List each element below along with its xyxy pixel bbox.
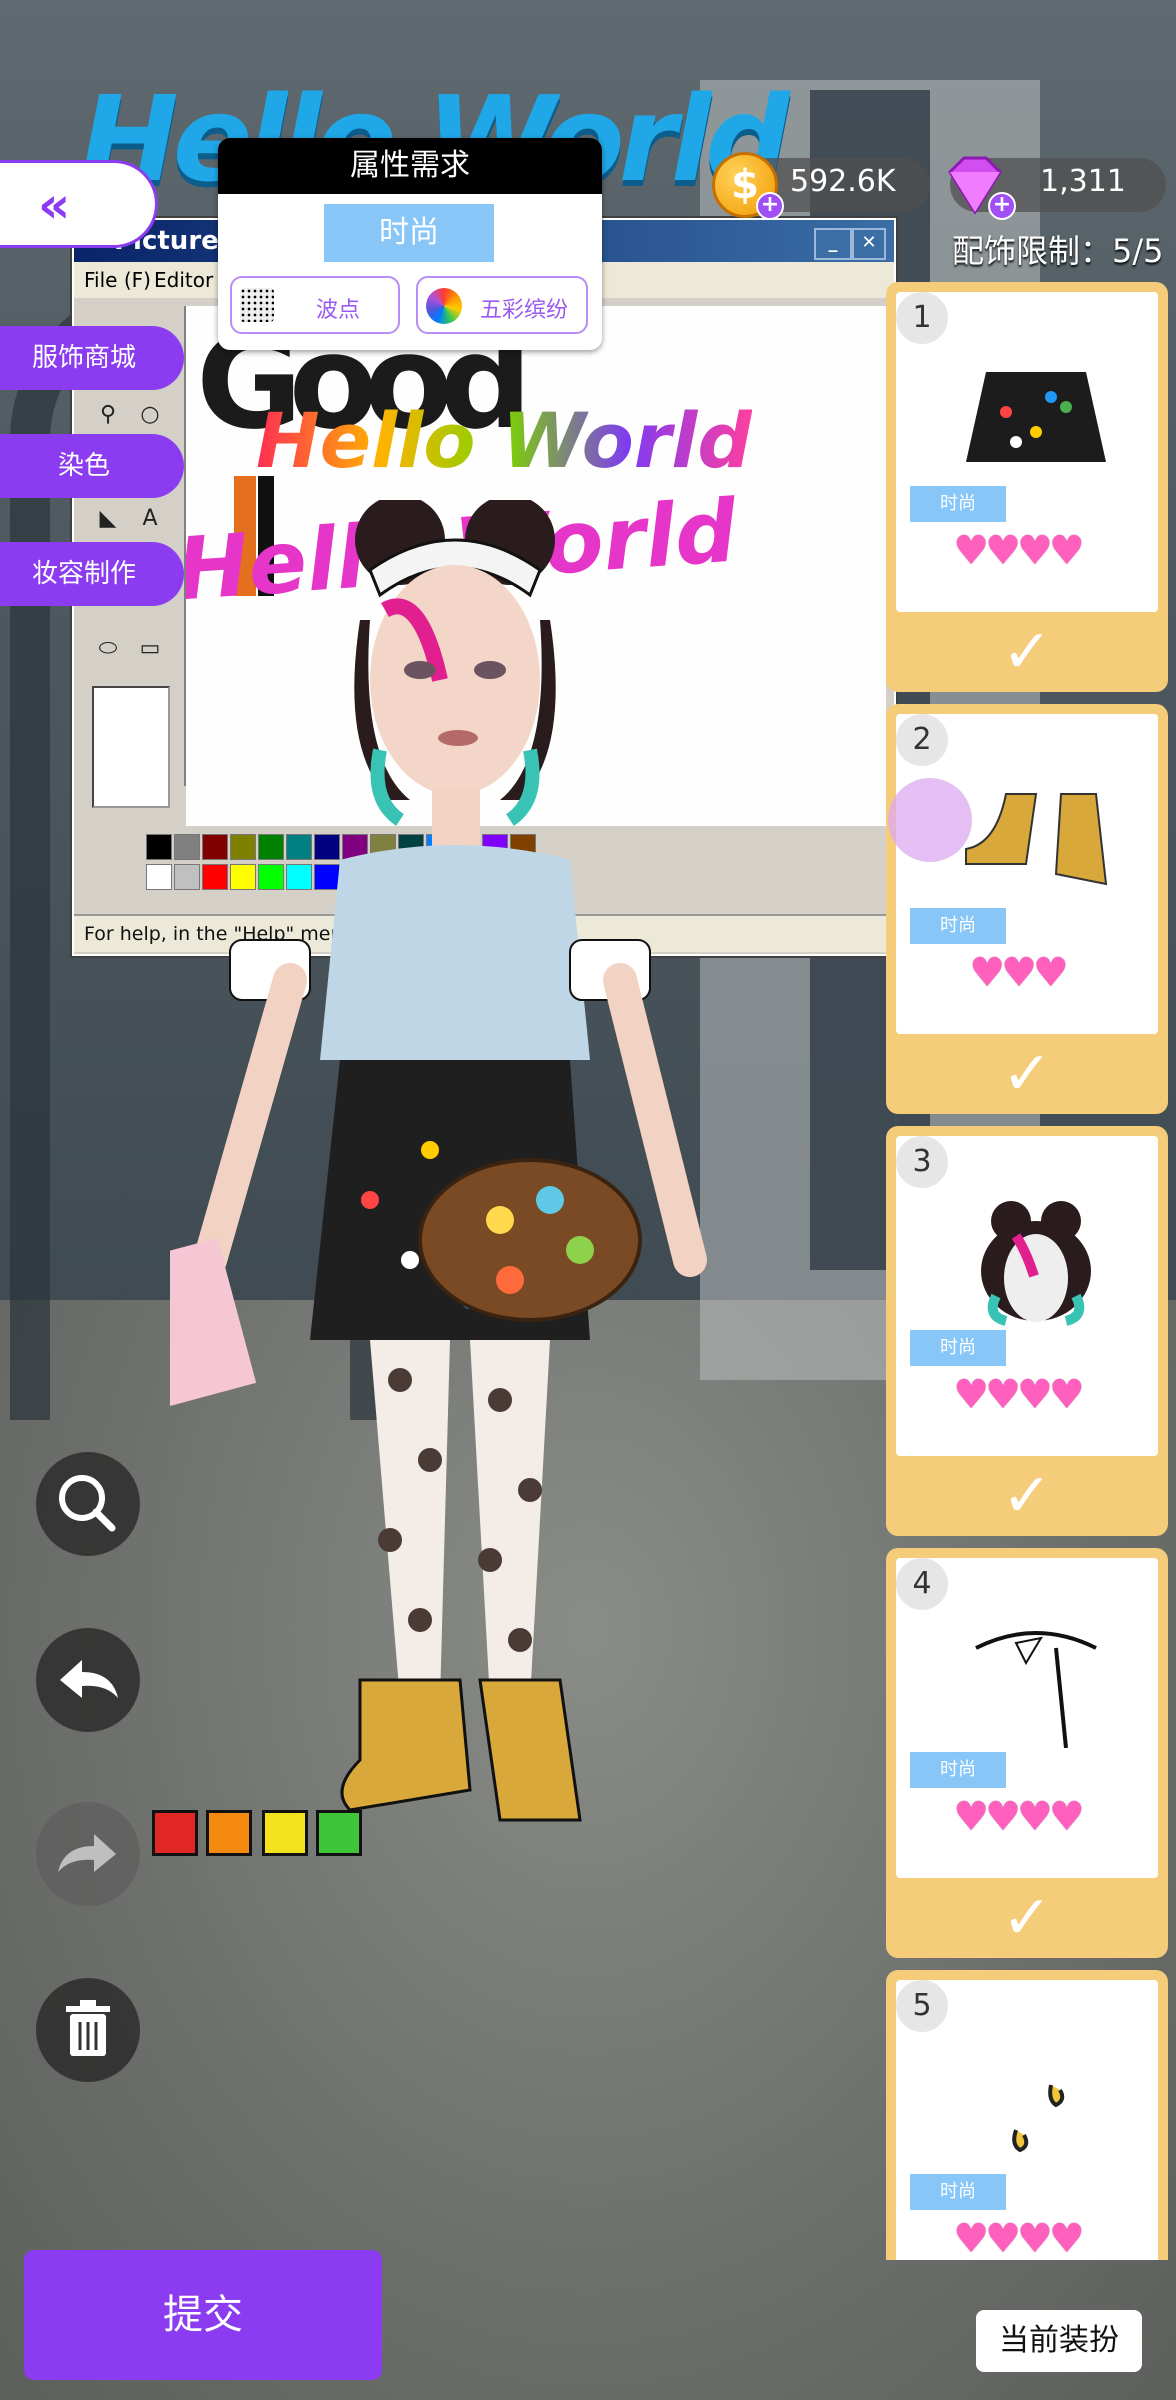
pixel-face-orange-icon: [206, 1810, 252, 1856]
item-number: 5: [896, 1980, 948, 2032]
rounded-rect-tool-icon: ▭: [139, 636, 161, 661]
delete-button[interactable]: [36, 1978, 140, 2082]
close-icon: ✕: [852, 228, 886, 260]
attribute-title: 属性需求: [218, 138, 602, 194]
sneakers-icon: [965, 793, 1108, 886]
current-outfit-button[interactable]: 当前装扮: [976, 2310, 1142, 2372]
tool-preview: [92, 686, 170, 808]
hair-icon: [981, 1201, 1091, 1326]
menu-file: File (F): [84, 268, 151, 292]
outfit-item-list[interactable]: 1 时尚 ♥♥♥♥ ✓ 2 时尚 ♥♥♥ ✓ 3 时尚 ♥♥♥♥ ✓ 4 时尚 …: [880, 282, 1172, 2260]
gem-value: 1,311: [1040, 164, 1126, 199]
gift-box: [170, 1237, 257, 1433]
check-icon: ✓: [1001, 617, 1053, 687]
palette-dye-icon[interactable]: [888, 778, 972, 862]
chip-label: 波点: [316, 298, 361, 323]
text-tool-icon: A: [142, 506, 158, 531]
pixel-face-yellow-icon: [262, 1810, 308, 1856]
zoom-button[interactable]: [36, 1452, 140, 1556]
item-number: 2: [896, 714, 948, 766]
add-coins-icon[interactable]: +: [756, 192, 784, 220]
item-hearts: ♥♥♥♥: [953, 528, 1084, 574]
item-hearts: ♥♥♥♥: [953, 1794, 1084, 1840]
item-card[interactable]: 2 时尚 ♥♥♥ ✓: [886, 704, 1168, 1114]
item-style-tag: 时尚: [910, 908, 1006, 944]
undo-button[interactable]: [36, 1628, 140, 1732]
canvas-text-rainbow: Hello World: [256, 396, 752, 485]
pixel-face-green-icon: [316, 1810, 362, 1856]
item-number: 1: [896, 292, 948, 344]
double-chevron-left-icon: «: [38, 176, 71, 234]
check-icon: ✓: [1001, 1461, 1053, 1531]
skirt-icon: [966, 372, 1106, 462]
magnifier-icon: [59, 1475, 116, 1532]
item-card[interactable]: 5 时尚 ♥♥♥♥: [886, 1970, 1168, 2260]
top: [320, 845, 590, 1060]
item-hearts: ♥♥♥♥: [953, 2216, 1084, 2260]
item-hearts: ♥♥♥♥: [953, 1372, 1084, 1418]
ellipse-tool-icon: ⬭: [98, 636, 118, 661]
add-gems-icon[interactable]: +: [988, 192, 1016, 220]
right-sneaker: [478, 1678, 582, 1822]
earrings-icon: [1012, 2084, 1065, 2153]
attribute-requirement-panel: 属性需求 时尚 波点 五彩缤纷: [218, 138, 602, 350]
submit-button[interactable]: 提交: [24, 2250, 382, 2380]
palette-swatch: [146, 864, 172, 890]
item-style-tag: 时尚: [910, 2174, 1006, 2210]
chip-label: 五彩缤纷: [480, 298, 569, 323]
pixel-face-red-icon: [152, 1810, 198, 1856]
redo-button[interactable]: [36, 1802, 140, 1906]
magnifier-tool-icon: ○: [140, 402, 160, 427]
check-icon: ✓: [1001, 1883, 1053, 1953]
item-hearts: ♥♥♥: [969, 950, 1069, 996]
rainbow-wheel-icon: [426, 288, 462, 324]
item-card[interactable]: 3 时尚 ♥♥♥♥ ✓: [886, 1126, 1168, 1536]
headband-icon: [975, 1631, 1097, 1748]
item-style-tag: 时尚: [910, 1752, 1006, 1788]
item-style-tag: 时尚: [910, 1330, 1006, 1366]
item-card[interactable]: 4 时尚 ♥♥♥♥ ✓: [886, 1548, 1168, 1958]
clothing-shop-button[interactable]: 服饰商城: [0, 326, 184, 390]
dye-button[interactable]: 染色: [0, 434, 184, 498]
menu-editor: Editor (: [154, 268, 228, 292]
item-number: 4: [896, 1558, 948, 1610]
chip-colorful: 五彩缤纷: [416, 276, 588, 334]
eyedropper-icon: ⚲: [99, 402, 117, 427]
undo-icon: [60, 1660, 118, 1698]
palette-bag: [418, 1158, 642, 1322]
redo-icon: [58, 1834, 116, 1872]
back-button[interactable]: «: [0, 160, 158, 248]
item-number: 3: [896, 1136, 948, 1188]
chip-polka-dots: 波点: [230, 276, 400, 334]
trash-icon: [66, 2000, 110, 2056]
coin-value: 592.6K: [790, 164, 896, 199]
minimize-icon: _: [814, 228, 852, 260]
makeup-button[interactable]: 妆容制作: [0, 542, 184, 606]
character-avatar[interactable]: [170, 500, 730, 2060]
polka-dot-icon: [240, 288, 274, 322]
item-card[interactable]: 1 时尚 ♥♥♥♥ ✓: [886, 282, 1168, 692]
style-tag: 时尚: [324, 204, 494, 262]
fill-icon: ◣: [99, 506, 117, 531]
item-style-tag: 时尚: [910, 486, 1006, 522]
check-icon: ✓: [1001, 1039, 1053, 1109]
accessory-limit: 配饰限制：5/5: [952, 232, 1164, 270]
left-sneaker: [340, 1678, 472, 1812]
palette-swatch: [146, 834, 172, 860]
